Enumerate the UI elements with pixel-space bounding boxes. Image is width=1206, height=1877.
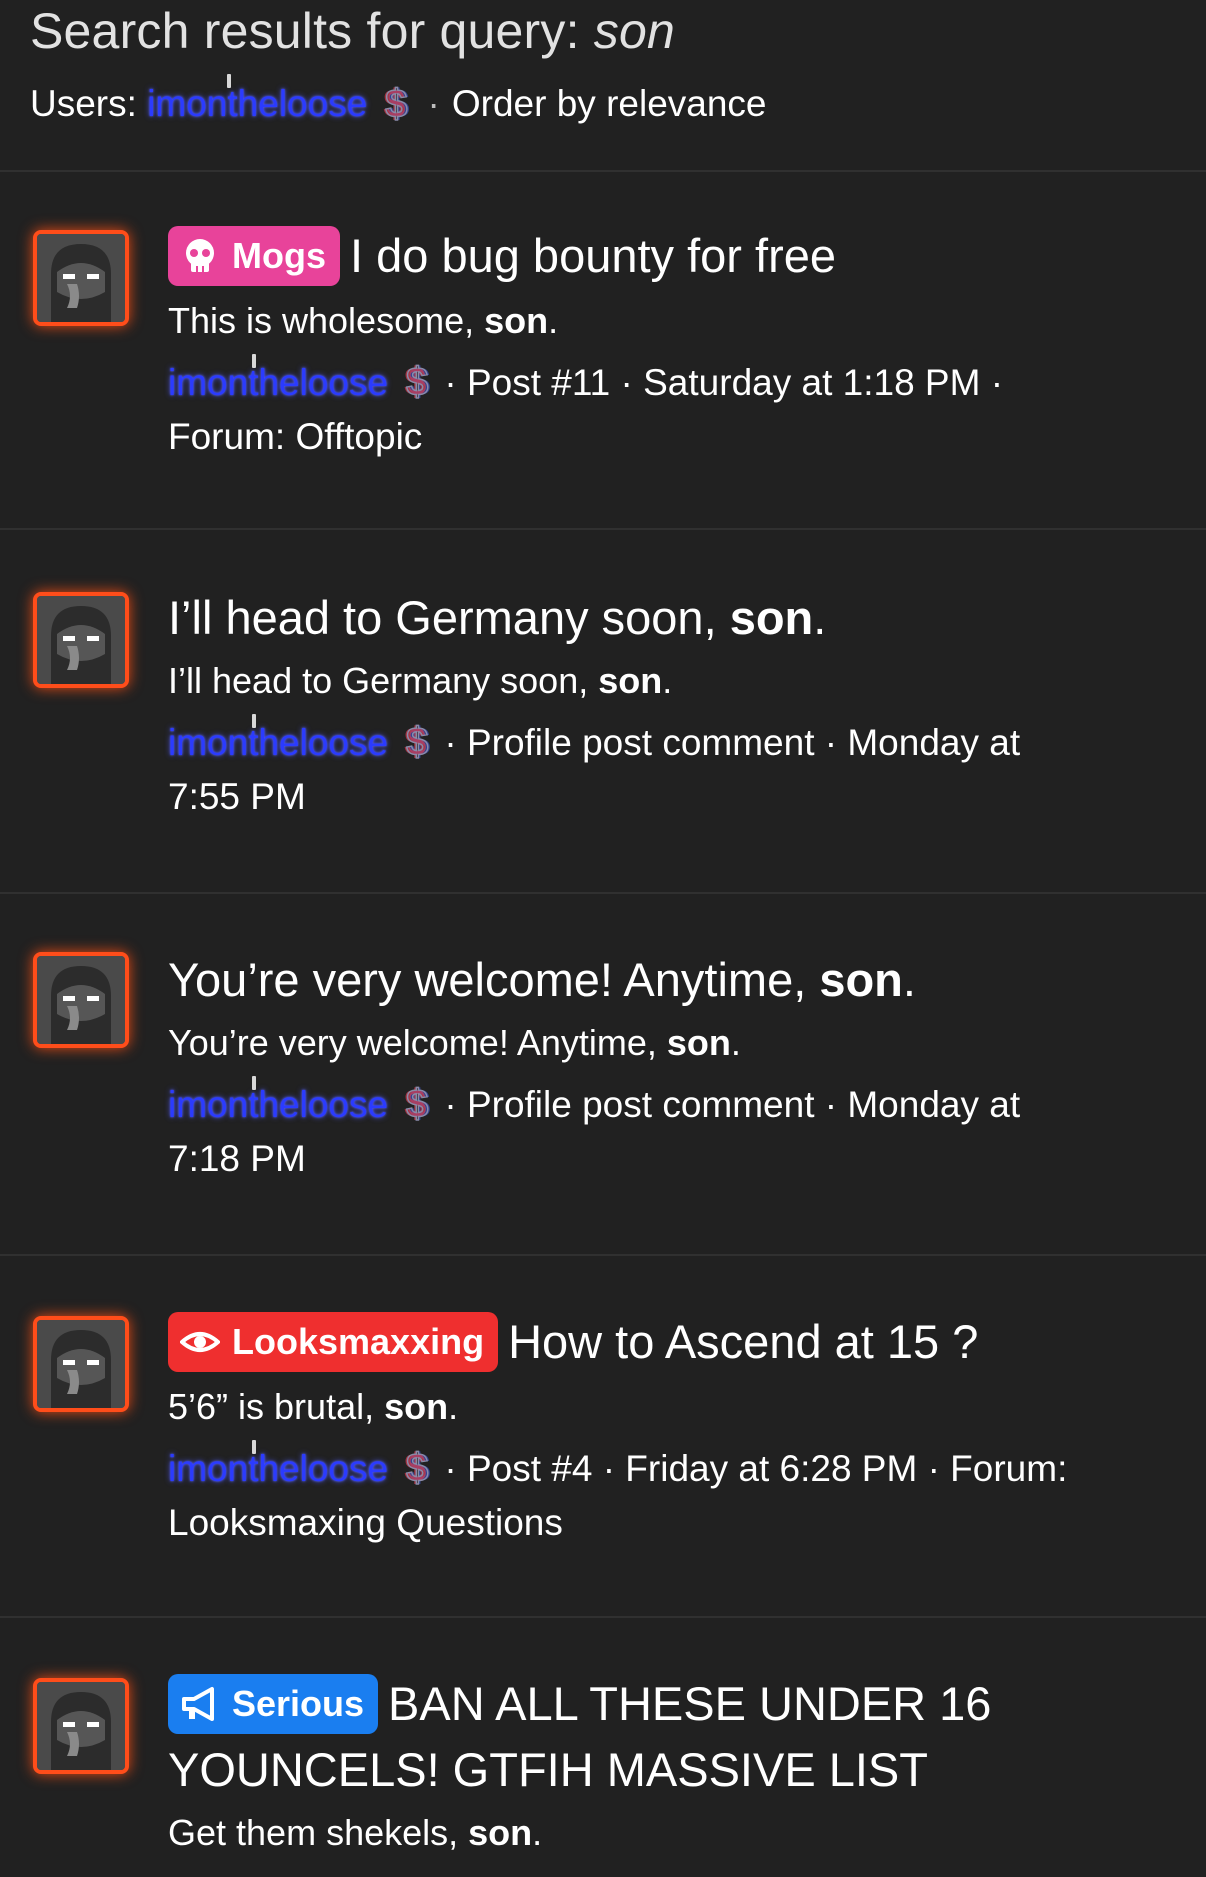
prefix-looksmaxxing[interactable]: Looksmaxxing: [168, 1311, 499, 1372]
title-text: YOUNCELS! GTFIH MASSIVE LIST: [168, 1742, 928, 1796]
author-link[interactable]: imontheloose: [168, 1076, 388, 1125]
title-text: BAN ALL THESE UNDER 16: [388, 1677, 992, 1730]
search-query: son: [593, 3, 675, 59]
search-result: Serious BAN ALL THESE UNDER 16 YOUNCELS!…: [0, 1616, 1206, 1877]
prefix-serious[interactable]: Serious: [168, 1673, 379, 1734]
separator: ·: [427, 83, 440, 124]
result-snippet: You’re very welcome! Anytime, son.: [168, 1022, 741, 1063]
result-title[interactable]: Looksmaxxing How to Ascend at 15 ?: [168, 1310, 1178, 1376]
megaphone-icon: [182, 1686, 214, 1721]
result-snippet: This is wholesome, son.: [168, 299, 559, 341]
forum-link[interactable]: Forum: Offtopic: [168, 416, 422, 457]
avatar[interactable]: [33, 952, 129, 1048]
user-link[interactable]: imontheloose: [147, 74, 367, 126]
author-link[interactable]: imontheloose: [168, 353, 388, 403]
result-title[interactable]: Serious BAN ALL THESE UNDER 16 YOUNCELS!…: [168, 1672, 1178, 1802]
eye-icon: [180, 1331, 220, 1352]
dollar-icon: $: [405, 719, 429, 765]
search-header: Search results for query: son Users: imo…: [30, 0, 1190, 127]
dollar-icon: $: [385, 81, 409, 127]
search-result: I’ll head to Germany soon, son. I’ll hea…: [0, 528, 1206, 892]
timestamp: 7:55 PM: [168, 776, 306, 817]
result-info: imontheloose $ · Post #4 · Friday at 6:28 …: [168, 1439, 1178, 1550]
result-info: imontheloose $ · Profile post comment · Mo…: [168, 714, 1178, 824]
prefix-mogs[interactable]: Mogs: [168, 225, 340, 286]
author-link[interactable]: imontheloose: [168, 1439, 388, 1489]
title-prefix: Search results for query:: [30, 3, 594, 59]
title-text: How to Ascend at 15 ?: [508, 1315, 979, 1368]
dollar-icon: $: [405, 359, 429, 405]
result-snippet: 5’6” is brutal, son.: [168, 1385, 459, 1427]
result-info: imontheloose $ · Post #11 · Saturday at 1:…: [168, 353, 1178, 464]
result-title[interactable]: You’re very welcome! Anytime, son.: [168, 948, 1178, 1012]
page-title: Search results for query: son: [30, 0, 1190, 62]
search-result: Mogs I do bug bounty for free This is wh…: [0, 170, 1206, 528]
result-snippet: I’ll head to Germany soon, son.: [168, 660, 673, 701]
avatar[interactable]: [33, 1678, 129, 1774]
result-title[interactable]: I’ll head to Germany soon, son.: [168, 586, 1178, 650]
users-label: Users:: [30, 83, 137, 124]
avatar[interactable]: [33, 592, 129, 688]
timestamp: 7:18 PM: [168, 1138, 306, 1179]
result-info: imontheloose $ · Profile post comment · Mo…: [168, 1076, 1178, 1186]
author-link[interactable]: imontheloose: [168, 714, 388, 763]
title-text: I do bug bounty for free: [350, 229, 836, 282]
skull-icon: [186, 238, 214, 272]
search-result: Looksmaxxing How to Ascend at 15 ? 5’6” …: [0, 1254, 1206, 1616]
result-title[interactable]: Mogs I do bug bounty for free: [168, 224, 1178, 290]
result-snippet: Get them shekels, son.: [168, 1811, 543, 1853]
dollar-icon: $: [405, 1445, 429, 1491]
search-meta: Users: imontheloose $ · Order by relevan…: [30, 74, 1190, 127]
search-result: You’re very welcome! Anytime, son. You’r…: [0, 892, 1206, 1254]
avatar[interactable]: [33, 1316, 129, 1412]
order-by-relevance-link[interactable]: Order by relevance: [452, 82, 767, 126]
avatar[interactable]: [33, 230, 129, 326]
dollar-icon: $: [405, 1081, 429, 1127]
forum-link[interactable]: Looksmaxing Questions: [168, 1502, 563, 1543]
